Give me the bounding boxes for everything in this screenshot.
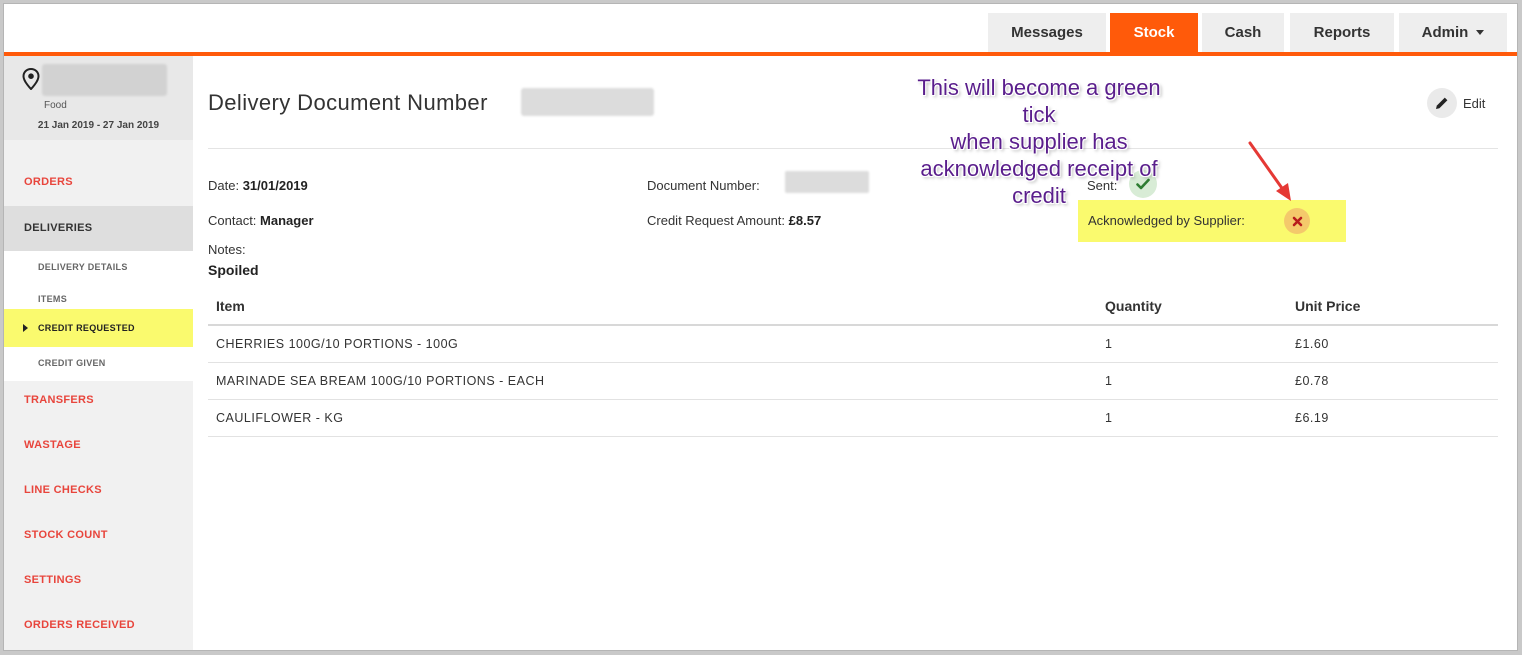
notes-value: Spoiled — [208, 262, 259, 278]
table-header: Item Quantity Unit Price — [208, 290, 1498, 326]
cell-item: CAULIFLOWER - KG — [216, 411, 344, 425]
header-unit-price: Unit Price — [1295, 298, 1361, 314]
tab-cash[interactable]: Cash — [1202, 13, 1284, 52]
sidebar-item-deliveries[interactable]: DELIVERIES — [4, 206, 193, 251]
contact-value: Manager — [260, 213, 314, 228]
sidebar-item-line-checks[interactable]: LINE CHECKS — [4, 484, 193, 496]
annotation-line-3: acknowledged receipt of credit — [920, 156, 1158, 208]
sidebar-item-orders[interactable]: ORDERS — [4, 176, 193, 188]
cell-item: MARINADE SEA BREAM 100G/10 PORTIONS - EA… — [216, 374, 545, 388]
contact-field: Contact: Manager — [208, 213, 314, 228]
sidebar-subitem-credit-given[interactable]: CREDIT GIVEN — [4, 347, 193, 379]
sidebar-subitem-credit-requested[interactable]: CREDIT REQUESTED — [4, 309, 193, 347]
site-name-redacted — [42, 64, 167, 96]
table-row: CHERRIES 100G/10 PORTIONS - 100G 1 £1.60 — [208, 326, 1498, 363]
tab-admin[interactable]: Admin — [1399, 13, 1507, 52]
header-item: Item — [216, 298, 245, 314]
table-row: MARINADE SEA BREAM 100G/10 PORTIONS - EA… — [208, 363, 1498, 400]
cell-quantity: 1 — [1105, 337, 1113, 351]
sidebar-item-orders-received[interactable]: ORDERS RECEIVED — [4, 619, 193, 631]
sidebar-item-wastage[interactable]: WASTAGE — [4, 439, 193, 451]
date-field: Date: 31/01/2019 — [208, 178, 308, 193]
document-number-label: Document Number: — [647, 178, 760, 193]
cell-quantity: 1 — [1105, 374, 1113, 388]
sidebar-subitem-delivery-details[interactable]: DELIVERY DETAILS — [4, 251, 193, 283]
edit-button[interactable]: Edit — [1427, 88, 1485, 118]
date-value: 31/01/2019 — [242, 178, 308, 193]
cell-unit-price: £6.19 — [1295, 411, 1329, 425]
current-marker-icon — [23, 324, 28, 332]
sidebar-item-stock-count[interactable]: STOCK COUNT — [4, 529, 193, 541]
location-pin-icon — [22, 68, 40, 90]
cell-quantity: 1 — [1105, 411, 1113, 425]
top-nav: Messages Stock Cash Reports Admin — [4, 4, 1517, 52]
edit-label: Edit — [1463, 95, 1486, 111]
deliveries-submenu: DELIVERY DETAILS ITEMS CREDIT REQUESTED … — [4, 251, 193, 381]
annotation-line-2: when supplier has — [950, 129, 1128, 154]
tab-reports[interactable]: Reports — [1290, 13, 1394, 52]
credit-amount-field: Credit Request Amount: £8.57 — [647, 213, 821, 228]
date-label: Date: — [208, 178, 240, 193]
tab-stock[interactable]: Stock — [1110, 13, 1198, 52]
page-title: Delivery Document Number — [208, 90, 488, 115]
caret-down-icon — [1476, 30, 1485, 35]
credit-amount-value: £8.57 — [788, 213, 822, 228]
sidebar-subitem-label: CREDIT REQUESTED — [38, 323, 135, 333]
header-quantity: Quantity — [1105, 298, 1162, 314]
notes-label: Notes: — [208, 242, 246, 257]
document-number-redacted — [521, 88, 654, 116]
acknowledged-label: Acknowledged by Supplier: — [1088, 213, 1245, 228]
credit-amount-label: Credit Request Amount: — [647, 213, 786, 228]
annotation-arrow-icon — [1248, 141, 1291, 201]
acknowledged-status — [1284, 208, 1310, 234]
app-window: Messages Stock Cash Reports Admin Food 2… — [3, 3, 1518, 651]
tab-admin-label: Admin — [1421, 24, 1469, 41]
sidebar-item-settings[interactable]: SETTINGS — [4, 574, 193, 586]
tab-messages[interactable]: Messages — [988, 13, 1106, 52]
annotation-line-1: This will become a green tick — [917, 75, 1161, 127]
divider — [208, 148, 1498, 149]
site-selector[interactable]: Food 21 Jan 2019 - 27 Jan 2019 — [4, 56, 193, 140]
annotation-callout: This will become a green tick when suppl… — [899, 74, 1179, 209]
pencil-icon — [1427, 88, 1457, 118]
site-date-range: 21 Jan 2019 - 27 Jan 2019 — [37, 120, 160, 131]
site-type: Food — [44, 100, 67, 111]
main-panel: Delivery Document Number Edit Date: 31/0… — [193, 56, 1517, 650]
document-number-value-redacted — [785, 171, 869, 193]
contact-label: Contact: — [208, 213, 257, 228]
cell-unit-price: £1.60 — [1295, 337, 1329, 351]
sidebar-item-transfers[interactable]: TRANSFERS — [4, 394, 193, 406]
table-row: CAULIFLOWER - KG 1 £6.19 — [208, 400, 1498, 437]
close-icon — [1292, 216, 1302, 226]
cell-item: CHERRIES 100G/10 PORTIONS - 100G — [216, 337, 459, 351]
sidebar: Food 21 Jan 2019 - 27 Jan 2019 ORDERS DE… — [4, 56, 193, 650]
cell-unit-price: £0.78 — [1295, 374, 1329, 388]
